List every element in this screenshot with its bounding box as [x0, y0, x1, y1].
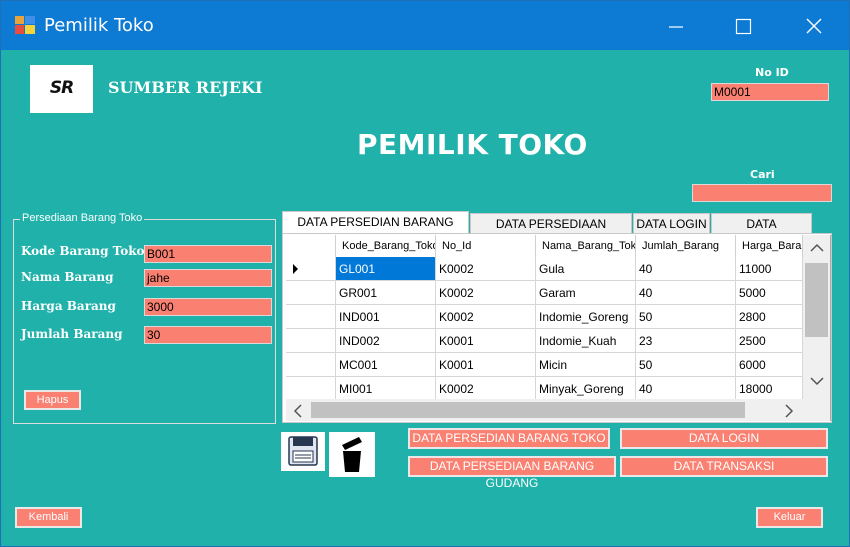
tab-persediaan-toko[interactable]: DATA PERSEDIAN BARANG TOKO [282, 211, 469, 249]
app-window: Pemilik Toko SR SUMBER REJEKI No ID M000… [0, 0, 850, 547]
table-cell[interactable]: 6000 [736, 353, 803, 377]
column-header[interactable]: Nama_Barang_Toko [536, 235, 636, 257]
row-header[interactable] [286, 305, 336, 329]
table-cell[interactable]: GR001 [336, 281, 436, 305]
grid-header: Kode_Barang_Toko No_Id Nama_Barang_Toko … [286, 235, 803, 257]
table-cell[interactable]: K0002 [436, 377, 536, 401]
scroll-left-icon[interactable] [293, 404, 303, 418]
data-toko-button[interactable]: DATA PERSEDIAN BARANG TOKO [408, 428, 610, 449]
table-cell[interactable]: 50 [636, 353, 736, 377]
data-login-button[interactable]: DATA LOGIN [620, 428, 828, 449]
store-logo: SR [30, 65, 93, 113]
scroll-down-icon[interactable] [810, 376, 824, 386]
kembali-button[interactable]: Kembali [15, 507, 82, 528]
table-cell[interactable]: 18000 [736, 377, 803, 401]
column-header[interactable]: Kode_Barang_Toko [336, 235, 436, 257]
data-gudang-button[interactable]: DATA PERSEDIAAN BARANG GUDANG [408, 456, 616, 490]
scroll-up-icon[interactable] [810, 243, 824, 253]
no-id-field[interactable]: M0001 [711, 83, 829, 101]
harga-barang-label: Harga Barang [21, 299, 116, 313]
close-icon [806, 18, 822, 34]
row-header[interactable] [286, 281, 336, 305]
data-transaksi-button[interactable]: DATA TRANSAKSI [620, 456, 828, 477]
table-cell[interactable]: 11000 [736, 257, 803, 281]
table-cell[interactable]: K0001 [436, 329, 536, 353]
horizontal-scrollbar[interactable] [286, 399, 803, 421]
kode-barang-label: Kode Barang Toko [21, 244, 145, 258]
tab-login[interactable]: DATA LOGIN [633, 213, 710, 235]
delete-button[interactable] [329, 432, 375, 477]
row-header[interactable] [286, 329, 336, 353]
table-cell[interactable]: 50 [636, 305, 736, 329]
table-cell[interactable]: 23 [636, 329, 736, 353]
scroll-corner [803, 399, 830, 421]
column-header[interactable]: No_Id [436, 235, 536, 257]
maximize-icon [735, 18, 752, 35]
table-cell[interactable]: MC001 [336, 353, 436, 377]
vertical-scrollbar[interactable] [803, 235, 830, 399]
table-cell[interactable]: Micin [536, 353, 636, 377]
delete-icon [342, 437, 362, 472]
keluar-button[interactable]: Keluar [756, 507, 823, 528]
store-name: SUMBER REJEKI [108, 78, 263, 97]
scroll-right-icon[interactable] [784, 404, 794, 418]
title-bar[interactable]: Pemilik Toko [1, 1, 849, 50]
vertical-scroll-thumb[interactable] [805, 263, 828, 337]
table-cell[interactable]: K0002 [436, 305, 536, 329]
nama-barang-label: Nama Barang [21, 270, 114, 284]
minimize-button[interactable] [656, 9, 696, 43]
table-cell[interactable]: Gula [536, 257, 636, 281]
tab-persediaan-gudang[interactable]: DATA PERSEDIAAN GUDANG [470, 213, 632, 251]
row-header[interactable] [286, 257, 336, 281]
table-cell[interactable]: IND002 [336, 329, 436, 353]
close-button[interactable] [794, 9, 834, 43]
save-icon [288, 436, 318, 466]
window-title: Pemilik Toko [44, 15, 154, 36]
table-cell[interactable]: 40 [636, 281, 736, 305]
table-cell[interactable]: 2800 [736, 305, 803, 329]
column-header[interactable]: Harga_Barang [736, 235, 803, 257]
kode-barang-field[interactable]: B001 [144, 245, 272, 263]
page-title: PEMILIK TOKO [357, 128, 588, 161]
current-row-icon [293, 264, 298, 274]
jumlah-barang-label: Jumlah Barang [21, 327, 123, 341]
table-cell[interactable]: Garam [536, 281, 636, 305]
table-cell[interactable]: Indomie_Kuah [536, 329, 636, 353]
table-cell[interactable]: GL001 [336, 257, 436, 281]
horizontal-scroll-thumb[interactable] [311, 402, 745, 418]
row-header[interactable] [286, 377, 336, 401]
table-cell[interactable]: K0001 [436, 353, 536, 377]
table-cell[interactable]: 5000 [736, 281, 803, 305]
group-title: Persediaan Barang Toko [20, 212, 145, 224]
app-icon [15, 16, 35, 34]
jumlah-barang-field[interactable]: 30 [144, 326, 272, 344]
search-input[interactable] [692, 184, 832, 202]
table-cell[interactable]: MI001 [336, 377, 436, 401]
tab-transaksi[interactable]: DATA TRANSAKSI [711, 213, 812, 251]
table-cell[interactable]: Minyak_Goreng [536, 377, 636, 401]
data-grid[interactable]: Kode_Barang_Toko No_Id Nama_Barang_Toko … [286, 235, 831, 421]
hapus-button[interactable]: Hapus [24, 390, 81, 410]
header-corner [286, 235, 336, 257]
table-cell[interactable]: 2500 [736, 329, 803, 353]
column-header[interactable]: Jumlah_Barang [636, 235, 736, 257]
nama-barang-field[interactable]: jahe [144, 269, 272, 287]
row-header[interactable] [286, 353, 336, 377]
harga-barang-field[interactable]: 3000 [144, 298, 272, 316]
maximize-button[interactable] [723, 9, 763, 43]
logo-text: SR [49, 78, 74, 98]
table-cell[interactable]: Indomie_Goreng [536, 305, 636, 329]
save-button[interactable] [281, 432, 325, 471]
table-cell[interactable]: 40 [636, 377, 736, 401]
minimize-icon [669, 26, 683, 28]
search-label: Cari [750, 168, 775, 181]
table-cell[interactable]: K0002 [436, 281, 536, 305]
table-cell[interactable]: 40 [636, 257, 736, 281]
table-cell[interactable]: K0002 [436, 257, 536, 281]
no-id-label: No ID [755, 66, 789, 79]
table-cell[interactable]: IND001 [336, 305, 436, 329]
